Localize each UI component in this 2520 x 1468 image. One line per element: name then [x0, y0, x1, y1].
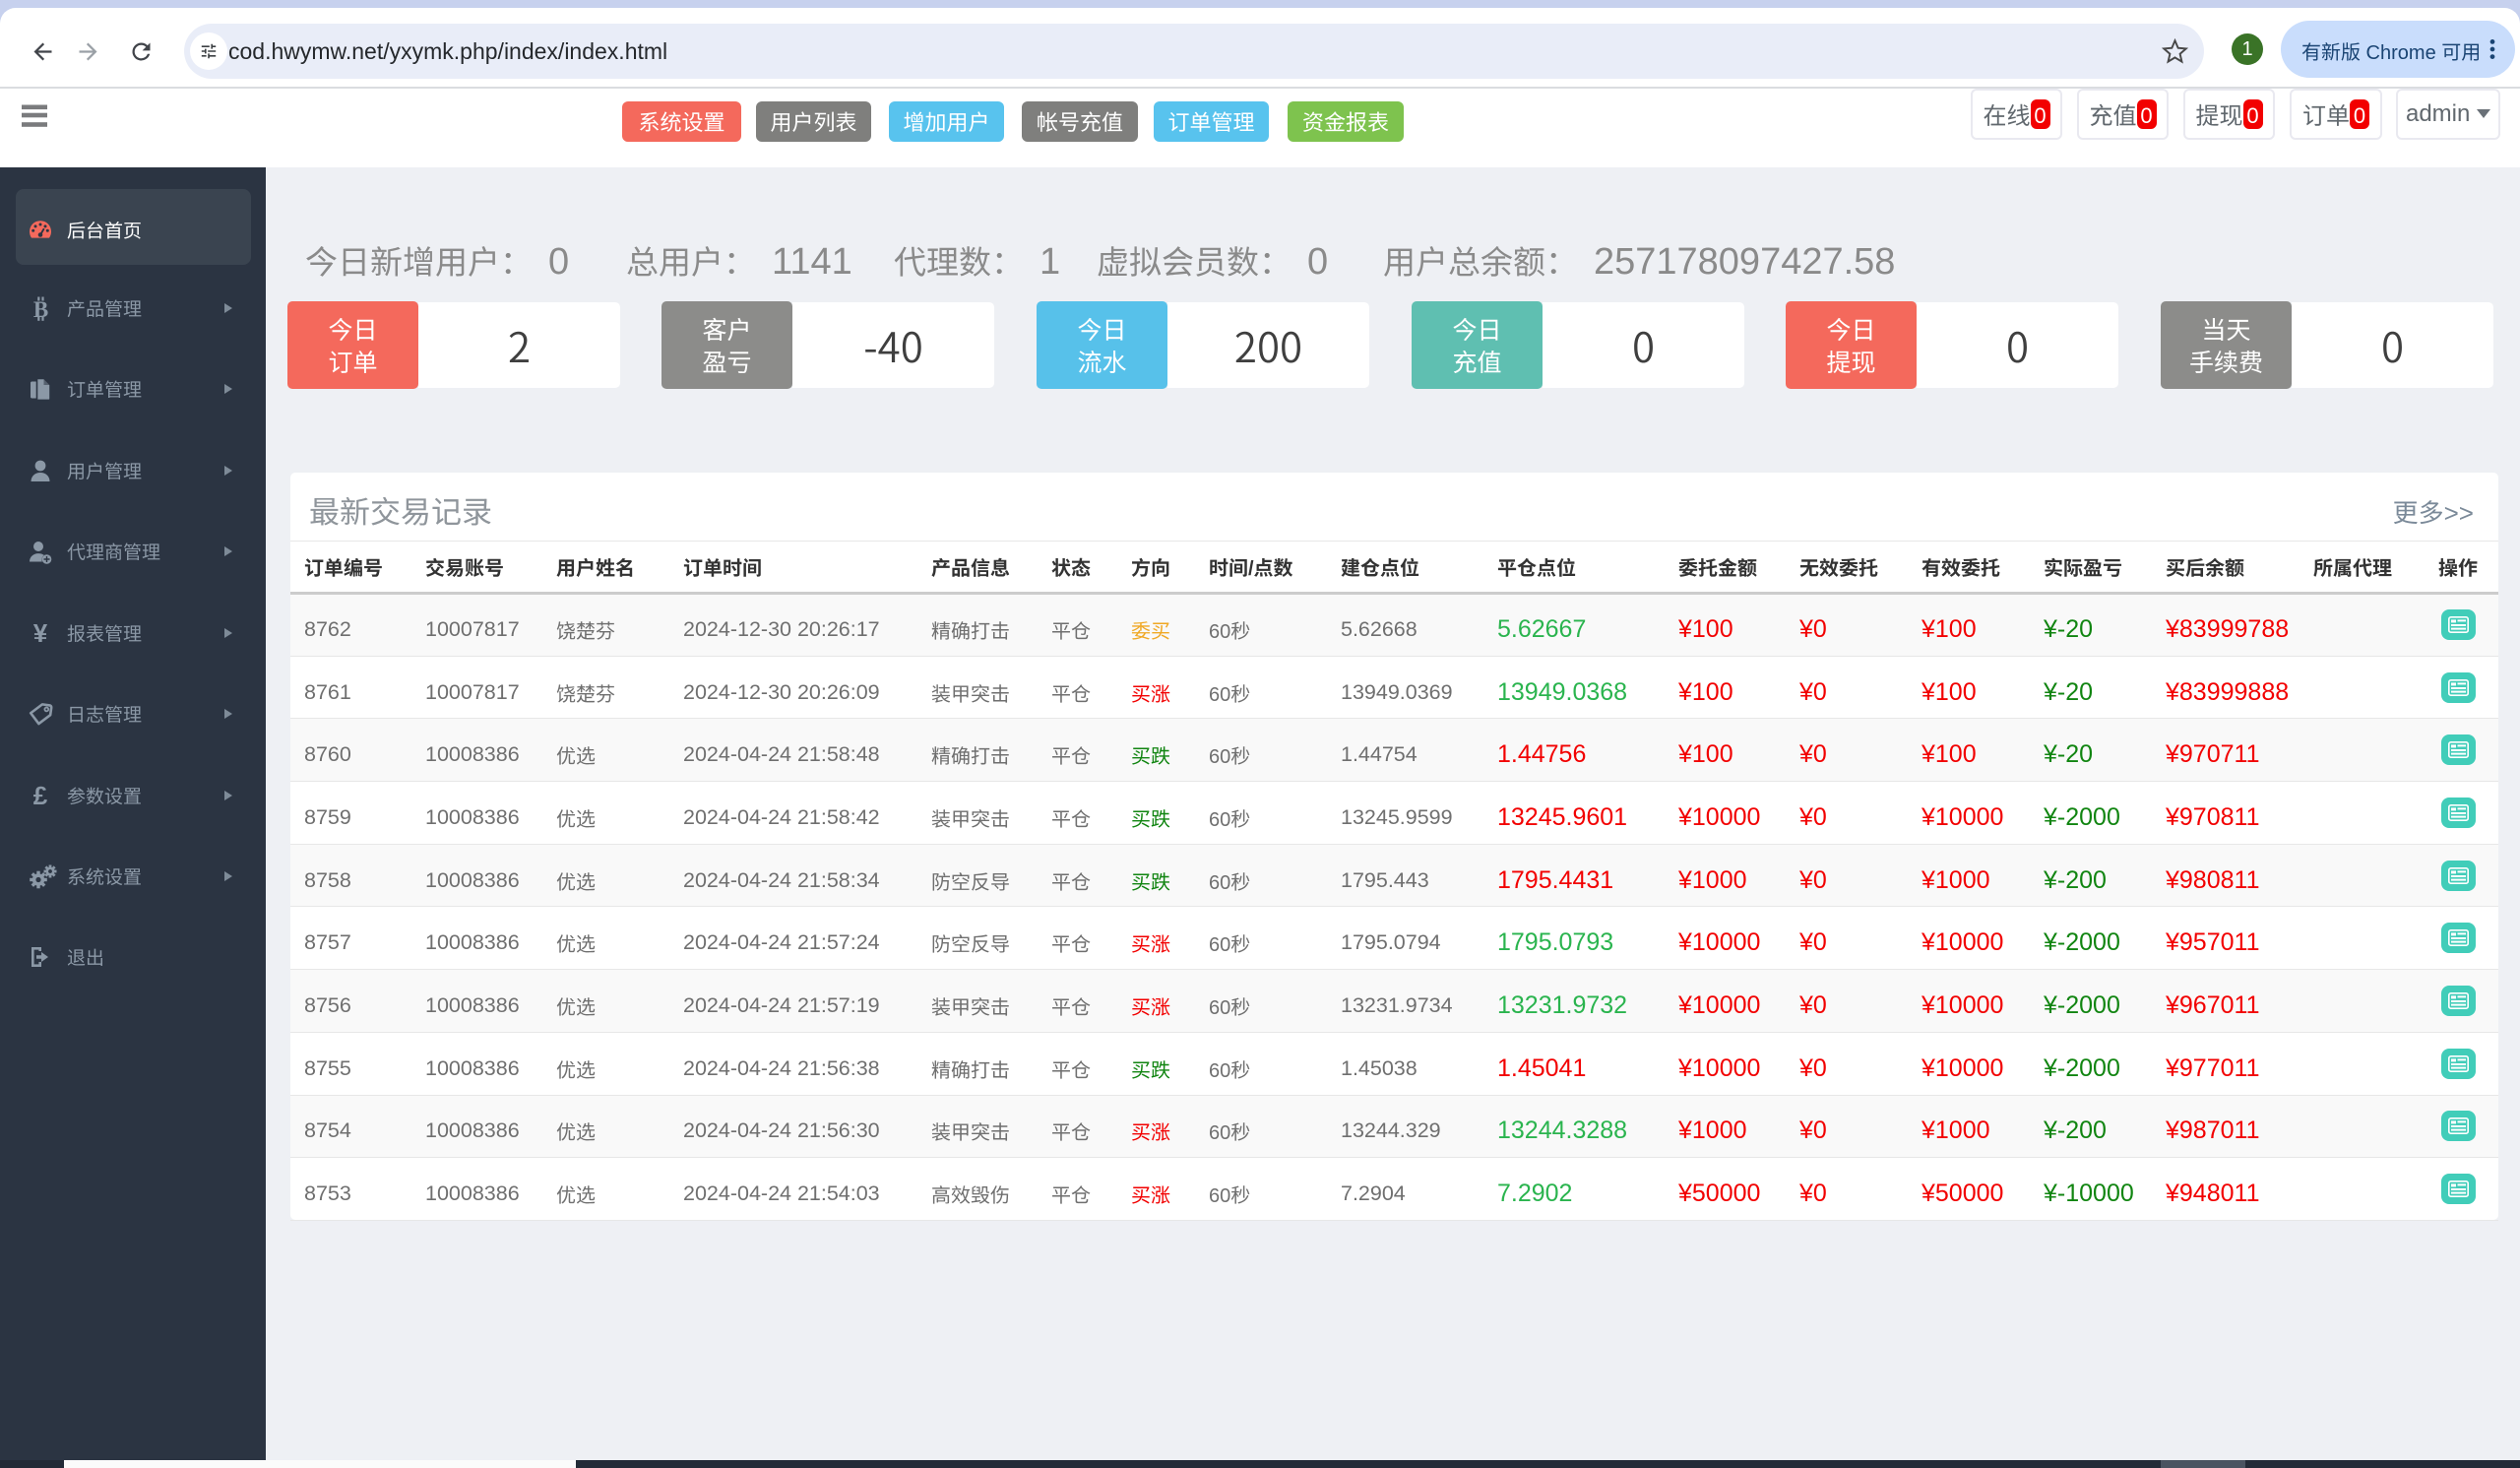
svg-text:¥: ¥: [33, 620, 48, 646]
svg-text:B: B: [33, 297, 48, 322]
svg-text:£: £: [33, 783, 48, 808]
